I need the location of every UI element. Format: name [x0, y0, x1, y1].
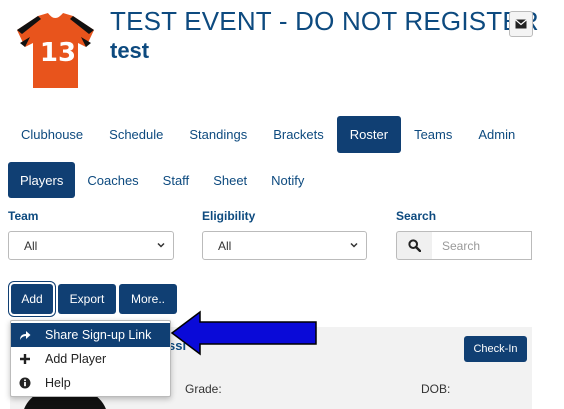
- export-button[interactable]: Export: [58, 284, 116, 314]
- nav-admin[interactable]: Admin: [465, 116, 528, 153]
- team-filter-label: Team: [8, 209, 39, 223]
- more-dropdown-menu: Share Sign-up Link Add Player Help: [10, 320, 171, 397]
- dob-label: DOB:: [421, 382, 451, 396]
- tab-notify[interactable]: Notify: [259, 162, 316, 198]
- add-button[interactable]: Add: [11, 284, 53, 314]
- grade-label: Grade:: [185, 382, 222, 396]
- envelope-icon: [515, 19, 527, 29]
- jersey-number: 13: [39, 38, 77, 68]
- team-select[interactable]: All: [8, 231, 174, 260]
- plus-icon: [20, 354, 30, 364]
- team-select-value: All: [24, 238, 38, 253]
- mail-button[interactable]: [509, 11, 533, 37]
- tab-staff[interactable]: Staff: [151, 162, 202, 198]
- roster-sub-nav: Players Coaches Staff Sheet Notify: [8, 162, 316, 198]
- check-in-button[interactable]: Check-In: [464, 336, 527, 362]
- eligibility-select[interactable]: All: [202, 231, 367, 260]
- tab-players[interactable]: Players: [8, 162, 76, 198]
- chevron-down-icon: [157, 242, 165, 248]
- nav-teams[interactable]: Teams: [401, 116, 465, 153]
- menu-item-help[interactable]: Help: [11, 371, 170, 395]
- menu-item-label: Help: [45, 376, 71, 390]
- info-icon: [19, 377, 31, 389]
- nav-schedule[interactable]: Schedule: [96, 116, 176, 153]
- menu-item-add-player[interactable]: Add Player: [11, 347, 170, 371]
- search-icon: [408, 239, 421, 252]
- event-subtitle: test: [110, 38, 150, 63]
- eligibility-select-value: All: [218, 238, 232, 253]
- nav-clubhouse[interactable]: Clubhouse: [8, 116, 96, 153]
- nav-brackets[interactable]: Brackets: [260, 116, 337, 153]
- search-label: Search: [396, 209, 437, 223]
- event-title: TEST EVENT - DO NOT REGISTER: [110, 6, 539, 36]
- menu-item-label: Share Sign-up Link: [45, 328, 152, 342]
- main-nav: Clubhouse Schedule Standings Brackets Ro…: [8, 116, 528, 153]
- chevron-down-icon: [350, 242, 358, 248]
- menu-item-label: Add Player: [45, 352, 107, 366]
- tab-coaches[interactable]: Coaches: [75, 162, 150, 198]
- tab-sheet[interactable]: Sheet: [201, 162, 259, 198]
- more-button[interactable]: More..: [119, 284, 177, 314]
- search-input[interactable]: [432, 231, 532, 260]
- nav-standings[interactable]: Standings: [176, 116, 260, 153]
- nav-roster[interactable]: Roster: [336, 116, 402, 153]
- menu-item-share-signup-link[interactable]: Share Sign-up Link: [11, 323, 170, 347]
- eligibility-filter-label: Eligibility: [202, 209, 256, 223]
- share-icon: [20, 331, 31, 340]
- annotation-arrow-icon: [170, 310, 317, 356]
- search-button[interactable]: [396, 231, 432, 260]
